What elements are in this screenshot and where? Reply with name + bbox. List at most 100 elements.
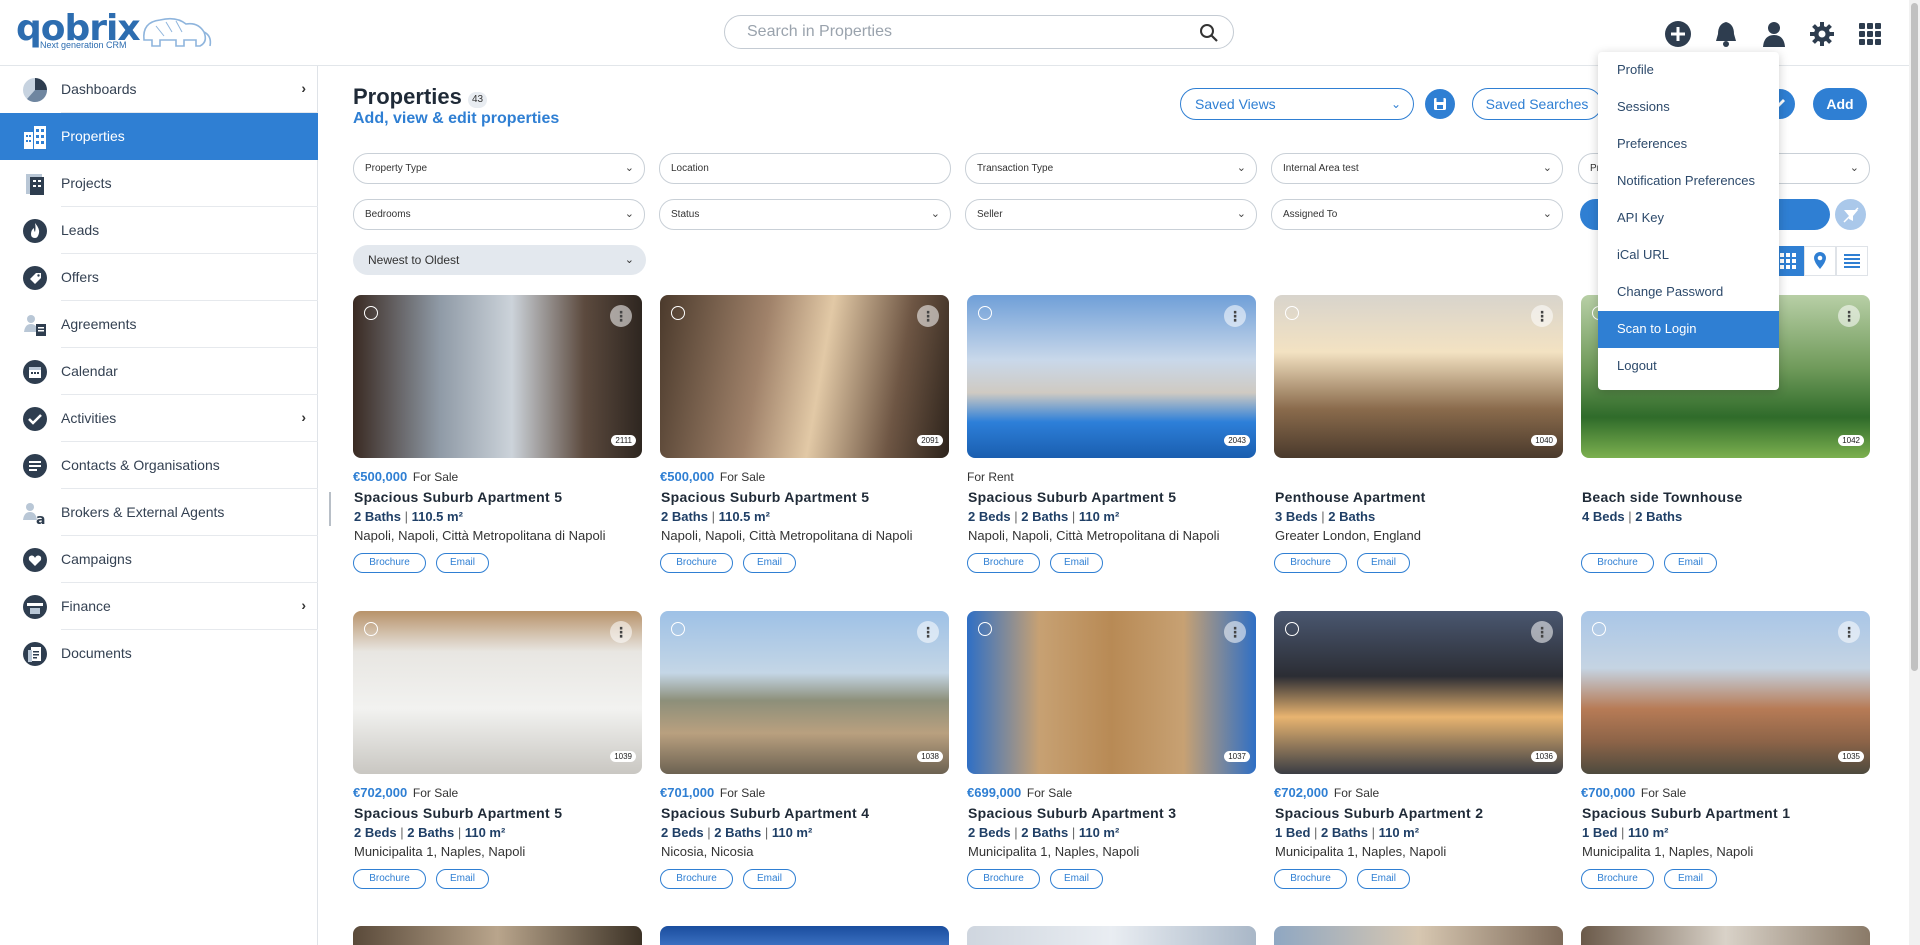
filter-property-type[interactable]: Property Type ⌄ — [353, 153, 645, 184]
property-card-partial[interactable] — [353, 926, 642, 945]
select-checkbox[interactable] — [364, 622, 378, 636]
apps-button[interactable] — [1846, 18, 1894, 50]
notifications-button[interactable] — [1702, 18, 1750, 50]
property-card-partial[interactable] — [1274, 926, 1563, 945]
more-options-icon[interactable]: ⋮ — [1224, 305, 1246, 327]
email-button[interactable]: Email — [1664, 869, 1717, 889]
more-options-icon[interactable]: ⋮ — [1531, 621, 1553, 643]
filter-location[interactable]: Location — [659, 153, 951, 184]
filter-seller[interactable]: Seller ⌄ — [965, 199, 1257, 230]
more-options-icon[interactable]: ⋮ — [917, 621, 939, 643]
add-new-button[interactable] — [1654, 18, 1702, 50]
select-checkbox[interactable] — [1285, 306, 1299, 320]
property-photo[interactable]: ⋮ 2111 — [353, 295, 642, 458]
brochure-button[interactable]: Brochure — [967, 869, 1040, 889]
property-photo[interactable]: ⋮ 2043 — [967, 295, 1256, 458]
property-card-partial[interactable] — [660, 926, 949, 945]
menu-item-profile[interactable]: Profile — [1598, 52, 1779, 89]
more-options-icon[interactable]: ⋮ — [1838, 621, 1860, 643]
filter-internal-area[interactable]: Internal Area test ⌄ — [1271, 153, 1563, 184]
select-checkbox[interactable] — [1285, 622, 1299, 636]
property-card[interactable]: ⋮ 1038 €701,000 For Sale Spacious Suburb Ap… — [660, 611, 949, 901]
property-card[interactable]: ⋮ 1037 €699,000 For Sale Spacious Suburb Ap… — [967, 611, 1256, 901]
user-menu-button[interactable] — [1750, 18, 1798, 50]
brochure-button[interactable]: Brochure — [967, 553, 1040, 573]
property-name[interactable]: Spacious Suburb Apartment 4 — [661, 805, 869, 821]
property-photo[interactable]: ⋮ 1040 — [1274, 295, 1563, 458]
menu-item-preferences[interactable]: Preferences — [1598, 126, 1779, 163]
email-button[interactable]: Email — [743, 553, 796, 573]
property-name[interactable]: Spacious Suburb Apartment 5 — [354, 489, 562, 505]
brochure-button[interactable]: Brochure — [1581, 553, 1654, 573]
property-name[interactable]: Spacious Suburb Apartment 5 — [968, 489, 1176, 505]
email-button[interactable]: Email — [1050, 869, 1103, 889]
sidebar-resize-handle[interactable] — [329, 492, 331, 526]
more-options-icon[interactable]: ⋮ — [1838, 305, 1860, 327]
qobrix-logo[interactable]: qobrix Next generation CRM — [16, 8, 212, 54]
more-options-icon[interactable]: ⋮ — [1224, 621, 1246, 643]
property-photo[interactable]: ⋮ 1039 — [353, 611, 642, 774]
property-name[interactable]: Spacious Suburb Apartment 3 — [968, 805, 1176, 821]
property-photo[interactable]: ⋮ 1038 — [660, 611, 949, 774]
menu-item-notification-preferences[interactable]: Notification Preferences — [1598, 163, 1779, 200]
email-button[interactable]: Email — [1050, 553, 1103, 573]
filter-status[interactable]: Status ⌄ — [659, 199, 951, 230]
sidebar-item-brokers[interactable]: a Brokers & External Agents — [0, 489, 318, 536]
sidebar-item-campaigns[interactable]: Campaigns — [0, 536, 318, 583]
email-button[interactable]: Email — [1664, 553, 1717, 573]
brochure-button[interactable]: Brochure — [660, 869, 733, 889]
menu-item-sessions[interactable]: Sessions — [1598, 89, 1779, 126]
brochure-button[interactable]: Brochure — [1274, 869, 1347, 889]
select-checkbox[interactable] — [671, 306, 685, 320]
property-photo[interactable]: ⋮ 2091 — [660, 295, 949, 458]
email-button[interactable]: Email — [1357, 869, 1410, 889]
map-view-toggle[interactable] — [1804, 246, 1836, 276]
property-photo[interactable]: ⋮ 1035 — [1581, 611, 1870, 774]
email-button[interactable]: Email — [743, 869, 796, 889]
menu-item-scan-to-login[interactable]: Scan to Login — [1598, 311, 1779, 348]
property-card[interactable]: ⋮ 1040 Penthouse Apartment 3 Beds | 2 Baths… — [1274, 295, 1563, 585]
sidebar-item-finance[interactable]: Finance › — [0, 583, 318, 630]
property-card[interactable]: ⋮ 1036 €702,000 For Sale Spacious Suburb Ap… — [1274, 611, 1563, 901]
property-card[interactable]: ⋮ 1039 €702,000 For Sale Spacious Suburb Ap… — [353, 611, 642, 901]
brochure-button[interactable]: Brochure — [353, 869, 426, 889]
email-button[interactable]: Email — [1357, 553, 1410, 573]
list-view-toggle[interactable] — [1836, 246, 1868, 276]
menu-item-logout[interactable]: Logout — [1598, 348, 1779, 385]
save-view-button[interactable] — [1425, 89, 1455, 119]
property-photo[interactable]: ⋮ 1036 — [1274, 611, 1563, 774]
brochure-button[interactable]: Brochure — [353, 553, 426, 573]
property-photo[interactable]: ⋮ 1037 — [967, 611, 1256, 774]
more-options-icon[interactable]: ⋮ — [610, 621, 632, 643]
saved-searches-button[interactable]: Saved Searches — [1472, 88, 1602, 120]
sort-select[interactable]: Newest to Oldest ⌄ — [353, 245, 646, 275]
property-card-partial[interactable] — [967, 926, 1256, 945]
settings-button[interactable] — [1798, 18, 1846, 50]
sidebar-item-calendar[interactable]: Calendar — [0, 348, 318, 395]
filter-bedrooms[interactable]: Bedrooms ⌄ — [353, 199, 645, 230]
filter-assigned-to[interactable]: Assigned To ⌄ — [1271, 199, 1563, 230]
sidebar-item-agreements[interactable]: Agreements — [0, 301, 318, 348]
property-name[interactable]: Spacious Suburb Apartment 5 — [661, 489, 869, 505]
select-checkbox[interactable] — [1592, 622, 1606, 636]
menu-item-ical-url[interactable]: iCal URL — [1598, 237, 1779, 274]
property-name[interactable]: Penthouse Apartment — [1275, 489, 1426, 505]
scrollbar-thumb[interactable] — [1911, 3, 1918, 671]
filter-transaction-type[interactable]: Transaction Type ⌄ — [965, 153, 1257, 184]
property-name[interactable]: Beach side Townhouse — [1582, 489, 1743, 505]
property-card[interactable]: ⋮ 2111 €500,000 For Sale Spacious Suburb Ap… — [353, 295, 642, 585]
property-card[interactable]: ⋮ 2091 €500,000 For Sale Spacious Suburb Ap… — [660, 295, 949, 585]
sidebar-item-offers[interactable]: Offers — [0, 254, 318, 301]
property-card[interactable]: ⋮ 2043 For Rent Spacious Suburb Apartment 5… — [967, 295, 1256, 585]
sidebar-item-dashboards[interactable]: Dashboards › — [0, 66, 318, 113]
email-button[interactable]: Email — [436, 869, 489, 889]
add-button[interactable]: Add — [1813, 88, 1867, 120]
select-checkbox[interactable] — [978, 622, 992, 636]
brochure-button[interactable]: Brochure — [660, 553, 733, 573]
select-checkbox[interactable] — [364, 306, 378, 320]
sidebar-item-leads[interactable]: Leads — [0, 207, 318, 254]
brochure-button[interactable]: Brochure — [1581, 869, 1654, 889]
more-options-icon[interactable]: ⋮ — [917, 305, 939, 327]
more-options-icon[interactable]: ⋮ — [1531, 305, 1553, 327]
property-card-partial[interactable] — [1581, 926, 1870, 945]
